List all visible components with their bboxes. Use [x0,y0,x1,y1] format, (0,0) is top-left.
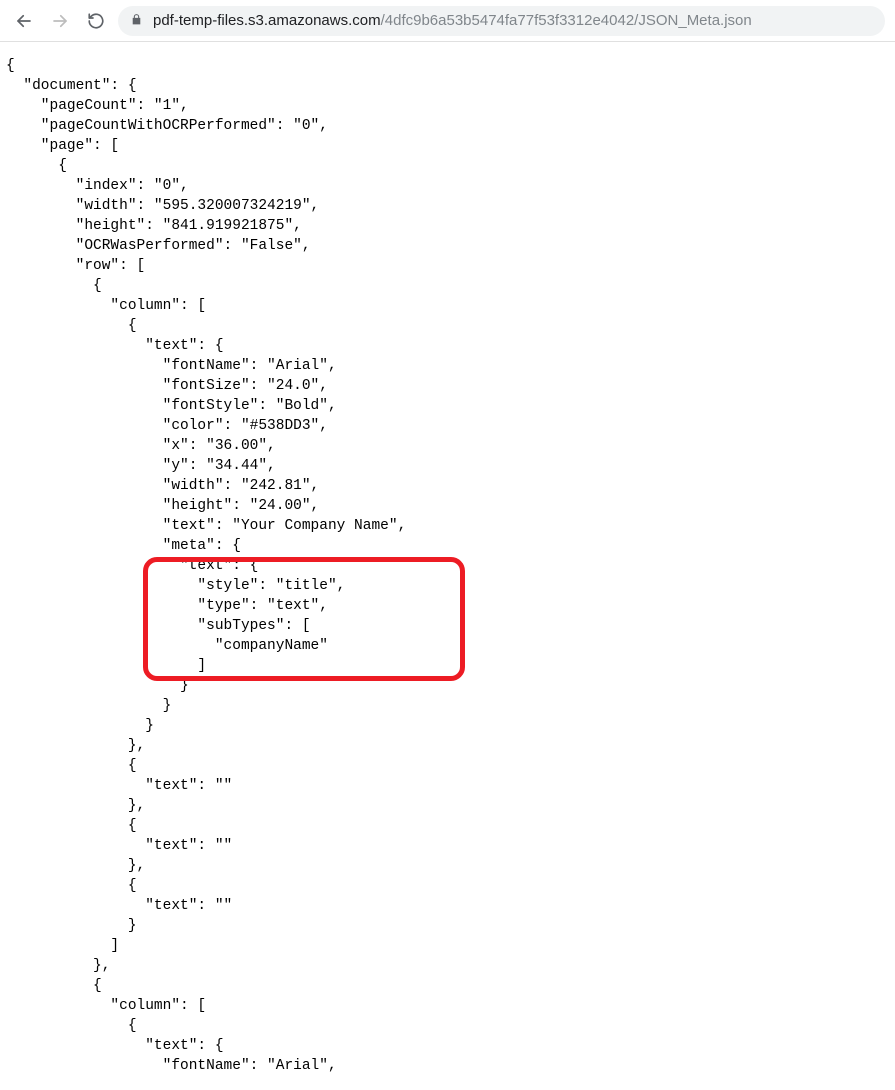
json-content: { "document": { "pageCount": "1", "pageC… [0,42,895,1090]
address-bar[interactable]: pdf-temp-files.s3.amazonaws.com/4dfc9b6a… [118,6,885,36]
highlight-annotation [143,557,465,681]
reload-button[interactable] [82,7,110,35]
browser-toolbar: pdf-temp-files.s3.amazonaws.com/4dfc9b6a… [0,0,895,42]
url-text: pdf-temp-files.s3.amazonaws.com/4dfc9b6a… [153,12,752,29]
forward-button[interactable] [46,7,74,35]
back-button[interactable] [10,7,38,35]
lock-icon [130,13,143,29]
